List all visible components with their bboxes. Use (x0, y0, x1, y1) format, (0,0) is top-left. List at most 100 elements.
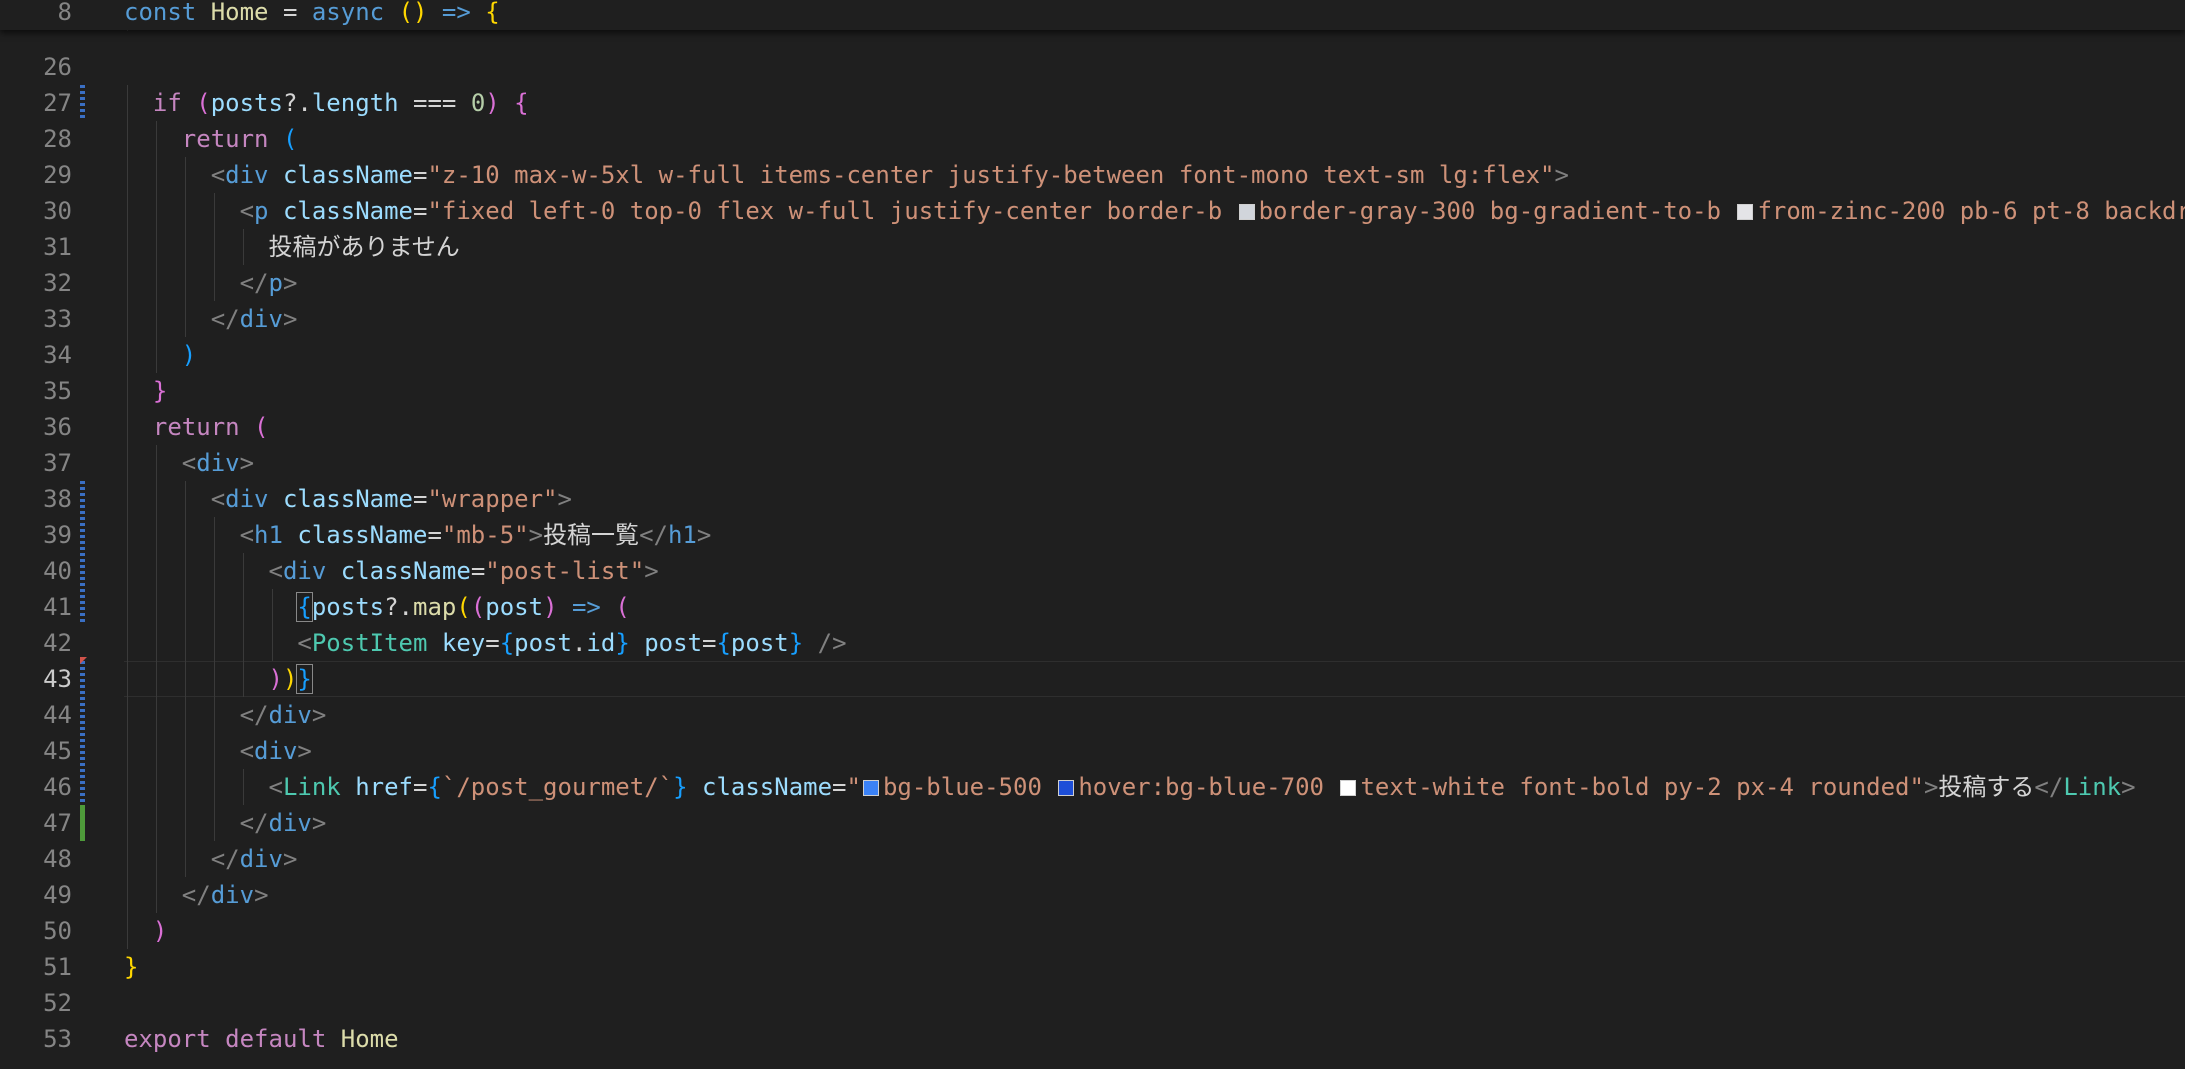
editor-line[interactable]: 27 if (posts?.length === 0) { (0, 85, 2185, 121)
code-line[interactable]: </div> (182, 877, 269, 913)
code-line[interactable]: <h1 className="mb-5">投稿一覧</h1> (240, 517, 712, 553)
editor-line[interactable]: 43))} (0, 661, 2185, 697)
git-modified-marker[interactable] (80, 661, 85, 697)
editor-line[interactable]: 31 投稿がありません (0, 229, 2185, 265)
git-added-marker[interactable] (80, 805, 85, 841)
code-line[interactable]: ) (153, 913, 167, 949)
line-number: 27 (43, 89, 72, 117)
code-line[interactable]: <div className="wrapper"> (211, 481, 572, 517)
git-modified-marker[interactable] (80, 697, 85, 733)
code-line[interactable]: <div className="z-10 max-w-5xl w-full it… (211, 157, 1569, 193)
code-token: async (311, 0, 385, 26)
color-swatch[interactable] (1058, 780, 1075, 796)
indent-guide (127, 193, 128, 229)
git-modified-marker[interactable] (80, 769, 85, 805)
code-line[interactable]: <p className="fixed left-0 top-0 flex w-… (240, 193, 2185, 229)
editor-line[interactable]: 49 </div> (0, 877, 2185, 913)
color-swatch[interactable] (862, 780, 879, 796)
code-token: export (124, 1025, 211, 1053)
code-line[interactable]: <div> (182, 445, 254, 481)
line-number: 44 (43, 701, 72, 729)
color-swatch[interactable] (1737, 204, 1754, 220)
editor-line[interactable]: 33 </div> (0, 301, 2185, 337)
indent-guide (242, 589, 244, 625)
editor-line[interactable]: 38 <div className="wrapper"> (0, 481, 2185, 517)
code-token: return (152, 413, 240, 441)
code-line[interactable]: <PostItem key={post.id} post={post} /> (297, 625, 846, 661)
code-line[interactable]: <div> (240, 733, 312, 769)
git-modified-marker[interactable] (80, 481, 85, 517)
editor-line[interactable]: 41 {posts?.map((post) => ( (0, 589, 2185, 625)
editor-line[interactable]: 30 <p className="fixed left-0 top-0 flex … (0, 193, 2185, 229)
git-deleted-marker[interactable] (80, 657, 87, 664)
code-line[interactable]: if (posts?.length === 0) { (153, 85, 529, 121)
editor-line[interactable]: 26 (0, 49, 2185, 85)
git-modified-marker[interactable] (80, 517, 85, 553)
code-line[interactable]: </div> (211, 841, 298, 877)
code-line[interactable]: return ( (182, 121, 298, 157)
sticky-scroll-header[interactable]: 8 const Home = async () => { (0, 0, 2185, 30)
indent-guide (213, 265, 215, 301)
code-line[interactable]: } (153, 373, 167, 409)
editor-line[interactable]: 35} (0, 373, 2185, 409)
editor-line[interactable]: 45 <div> (0, 733, 2185, 769)
code-line[interactable]: </div> (211, 301, 298, 337)
git-modified-marker[interactable] (80, 589, 85, 625)
git-modified-marker[interactable] (80, 553, 85, 589)
editor-line[interactable]: 53 export default Home (0, 1021, 2185, 1057)
editor-line[interactable]: 32 </p> (0, 265, 2185, 301)
code-token: "wrapper" (427, 485, 558, 513)
editor-line[interactable]: 51} (0, 949, 2185, 985)
git-modified-marker[interactable] (80, 85, 85, 121)
code-line[interactable]: } (124, 949, 138, 985)
editor-line[interactable]: 36 return ( (0, 409, 2185, 445)
code-line[interactable]: </div> (240, 805, 327, 841)
git-modified-marker[interactable] (80, 733, 85, 769)
code-token: id (586, 629, 616, 657)
editor-line[interactable]: 46 <Link href={`/post_gourmet/`} classNam… (0, 769, 2185, 805)
code-line[interactable]: ))} (269, 661, 313, 697)
code-line[interactable]: const Home = async () => { (124, 0, 500, 25)
indent-guide (155, 157, 157, 193)
editor-line[interactable]: 48 </div> (0, 841, 2185, 877)
code-line[interactable]: export default Home (124, 1021, 399, 1057)
editor-line[interactable]: 29 <div className="z-10 max-w-5xl w-full … (0, 157, 2185, 193)
editor-line[interactable]: 44 </div> (0, 697, 2185, 733)
code-line[interactable]: 投稿がありません (269, 229, 460, 265)
editor-line[interactable]: 47 </div> (0, 805, 2185, 841)
code-token: Home (340, 1025, 399, 1053)
code-line[interactable]: ) (182, 337, 196, 373)
code-line[interactable]: </p> (240, 265, 298, 301)
line-number: 8 (57, 0, 72, 26)
code-line[interactable]: <Link href={`/post_gourmet/`} className=… (269, 769, 2136, 805)
indent-guide (184, 769, 186, 805)
editor-line[interactable]: 39 <h1 className="mb-5">投稿一覧</h1> (0, 517, 2185, 553)
indent-guide (213, 805, 215, 841)
color-swatch[interactable] (1238, 204, 1255, 220)
line-number: 42 (43, 629, 72, 657)
editor-line[interactable]: 37 <div> (0, 445, 2185, 481)
line-number: 51 (43, 953, 72, 981)
indent-guide (155, 805, 157, 841)
editor-line[interactable]: 50) (0, 913, 2185, 949)
code-line[interactable]: <div className="post-list"> (269, 553, 659, 589)
code-line[interactable]: </div> (240, 697, 327, 733)
code-token: default (225, 1025, 327, 1053)
code-token: "mb-5" (441, 521, 529, 549)
code-line[interactable]: return ( (153, 409, 269, 445)
color-swatch[interactable] (1340, 780, 1357, 796)
indent-guide (155, 121, 157, 157)
editor-line[interactable]: 52 (0, 985, 2185, 1021)
editor-line[interactable]: 42 <PostItem key={post.id} post={post} /> (0, 625, 2185, 661)
editor-line[interactable]: 40 <div className="post-list"> (0, 553, 2185, 589)
editor-line[interactable]: 28 return ( (0, 121, 2185, 157)
code-token: href (355, 773, 413, 801)
code-editor[interactable]: 25}2627if (posts?.length === 0) {28retur… (0, 0, 2185, 1069)
indent-guide (127, 121, 128, 157)
code-line[interactable]: {posts?.map((post) => ( (296, 589, 630, 625)
code-token: = (413, 485, 428, 513)
editor-line[interactable]: 34) (0, 337, 2185, 373)
